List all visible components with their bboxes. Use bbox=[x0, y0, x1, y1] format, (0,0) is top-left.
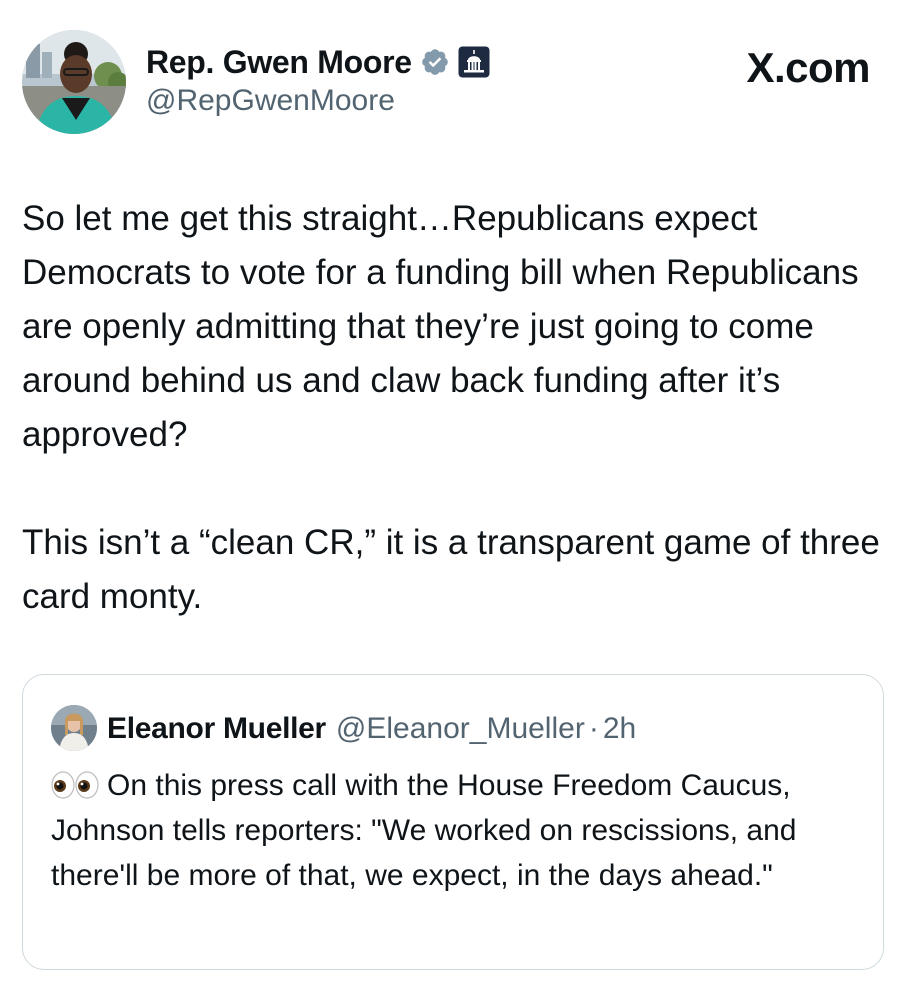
author-display-name[interactable]: Rep. Gwen Moore bbox=[146, 44, 412, 81]
tweet-text: So let me get this straight…Republicans … bbox=[22, 192, 882, 624]
quoted-tweet-text: On this press call with the House Freedo… bbox=[51, 763, 871, 898]
x-brand-logo: X.com bbox=[746, 44, 870, 91]
quoted-tweet-timestamp[interactable]: 2h bbox=[603, 712, 636, 746]
quoted-author-handle[interactable]: @Eleanor_Mueller bbox=[336, 712, 585, 746]
author-handle[interactable]: @RepGwenMoore bbox=[146, 84, 395, 118]
quoted-author-name[interactable]: Eleanor Mueller bbox=[107, 712, 326, 746]
quoted-tweet-card[interactable]: Eleanor Mueller @Eleanor_Mueller · 2h On… bbox=[22, 674, 884, 970]
author-name-row: Rep. Gwen Moore bbox=[146, 40, 490, 84]
quoted-author-avatar-image bbox=[51, 705, 97, 751]
separator-dot: · bbox=[588, 712, 599, 745]
tweet-paragraph: So let me get this straight…Republicans … bbox=[22, 199, 859, 454]
tweet-paragraph: This isn’t a “clean CR,” it is a transpa… bbox=[22, 523, 880, 616]
quoted-author-avatar[interactable] bbox=[51, 705, 97, 751]
quoted-tweet-header: Eleanor Mueller @Eleanor_Mueller · 2h bbox=[107, 707, 636, 751]
quoted-tweet-body: On this press call with the House Freedo… bbox=[51, 769, 797, 892]
eyes-emoji-icon bbox=[51, 771, 99, 799]
author-avatar[interactable] bbox=[22, 30, 126, 134]
capitol-building-icon bbox=[458, 46, 490, 78]
verified-badge-icon bbox=[420, 47, 450, 77]
author-avatar-image bbox=[22, 30, 126, 134]
